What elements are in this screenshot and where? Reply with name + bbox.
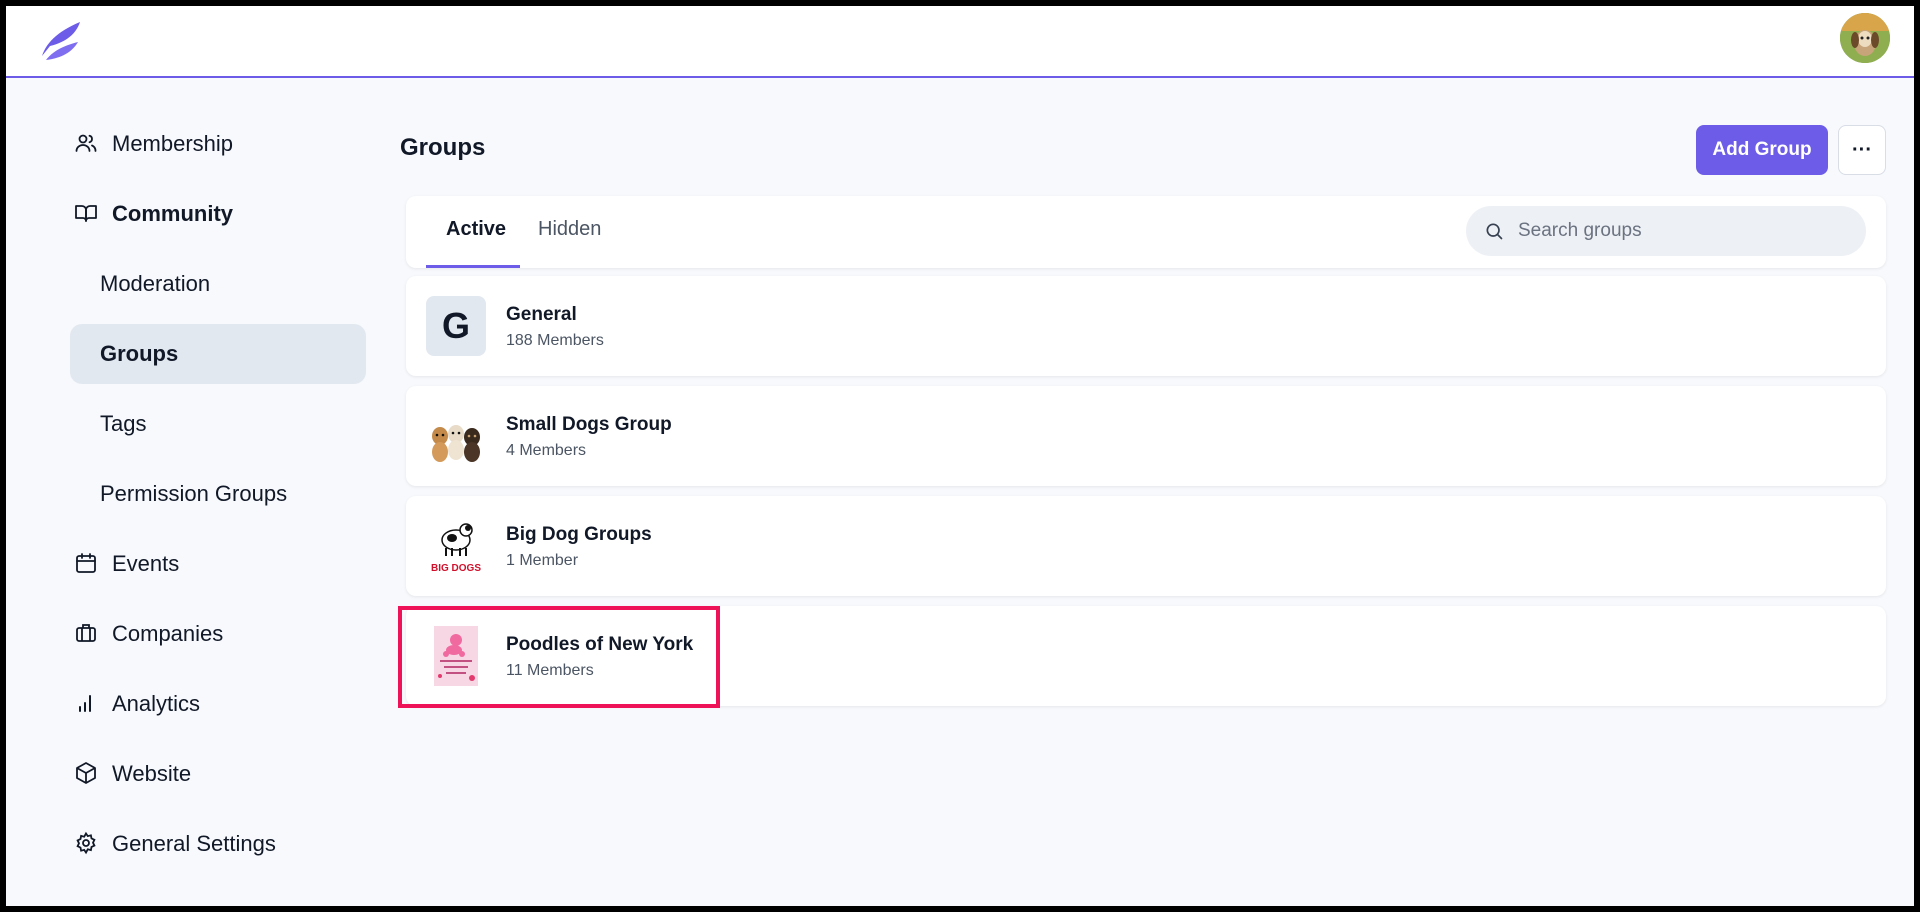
group-member-count: 4 Members [506, 442, 587, 459]
search-icon [1486, 223, 1503, 240]
active-tab-indicator [426, 265, 520, 268]
sidebar-item-membership[interactable]: Membership [70, 114, 366, 174]
calendar-icon [74, 551, 100, 577]
sidebar-item-permission-groups[interactable]: Permission Groups [70, 464, 366, 524]
sidebar-item-website[interactable]: Website [70, 744, 366, 804]
sidebar-item-analytics[interactable]: Analytics [70, 674, 366, 734]
tab-hidden[interactable]: Hidden [538, 218, 601, 241]
poodle-book-cover-icon [426, 626, 486, 686]
search-box[interactable] [1466, 206, 1866, 256]
user-avatar[interactable] [1840, 13, 1890, 63]
group-thumbnail: G [426, 296, 486, 356]
sidebar-item-community[interactable]: Community [70, 184, 366, 244]
sidebar-item-moderation[interactable]: Moderation [70, 254, 366, 314]
users-icon [74, 131, 100, 157]
group-row-poodles[interactable]: Poodles of New York 11 Members [406, 606, 1886, 706]
sidebar-item-label: Moderation [100, 271, 211, 296]
group-name: Poodles of New York [506, 634, 694, 655]
sidebar-item-companies[interactable]: Companies [70, 604, 366, 664]
group-member-count: 188 Members [506, 332, 604, 349]
group-row-general[interactable]: G General 188 Members [406, 276, 1886, 376]
sidebar-item-tags[interactable]: Tags [70, 394, 366, 454]
bar-chart-icon [74, 691, 100, 717]
sidebar-item-label: General Settings [112, 831, 276, 856]
sidebar-item-label: Membership [112, 131, 234, 156]
group-name: Big Dog Groups [506, 524, 652, 545]
book-icon [74, 201, 100, 227]
group-member-count: 1 Member [506, 552, 579, 569]
top-bar [6, 6, 1914, 78]
sidebar-item-label: Events [112, 551, 180, 576]
sidebar-item-general-settings[interactable]: General Settings [70, 814, 366, 874]
sidebar-item-label: Website [112, 761, 192, 786]
big-dogs-logo-icon: BIG DOGS [426, 516, 486, 576]
sidebar-item-label: Analytics [112, 691, 201, 716]
group-member-count: 11 Members [506, 662, 594, 679]
sidebar-item-events[interactable]: Events [70, 534, 366, 594]
avatar-dog-icon [1840, 13, 1890, 63]
sidebar-item-groups[interactable]: Groups [70, 324, 366, 384]
sidebar: Membership Community Moderation Groups T… [70, 114, 366, 884]
sidebar-item-label: Companies [112, 621, 224, 646]
group-name: General [506, 304, 577, 325]
sidebar-item-label: Permission Groups [100, 481, 288, 506]
more-options-button[interactable]: ··· [1838, 125, 1886, 175]
app-window: Membership Community Moderation Groups T… [6, 6, 1914, 906]
sidebar-item-label: Tags [100, 411, 147, 436]
briefcase-icon [74, 621, 100, 647]
add-group-button[interactable]: Add Group [1696, 125, 1828, 175]
tabs-bar: Active Hidden [406, 196, 1886, 268]
cube-icon [74, 761, 100, 787]
sidebar-item-label: Community [112, 201, 233, 226]
group-name: Small Dogs Group [506, 414, 672, 435]
search-input[interactable] [1518, 220, 1838, 242]
svg-text:BIG DOGS: BIG DOGS [431, 563, 481, 574]
brand-logo-icon[interactable] [36, 16, 88, 64]
gear-icon [74, 831, 100, 857]
page-title: Groups [400, 134, 486, 161]
group-thumbnail [426, 626, 486, 686]
group-row-big-dog[interactable]: BIG DOGS Big Dog Groups 1 Member [406, 496, 1886, 596]
puppies-image-icon [426, 406, 486, 466]
group-thumbnail: BIG DOGS [426, 516, 486, 576]
group-row-small-dogs[interactable]: Small Dogs Group 4 Members [406, 386, 1886, 486]
group-thumbnail [426, 406, 486, 466]
tab-active[interactable]: Active [446, 218, 506, 241]
sidebar-item-label: Groups [100, 341, 179, 366]
